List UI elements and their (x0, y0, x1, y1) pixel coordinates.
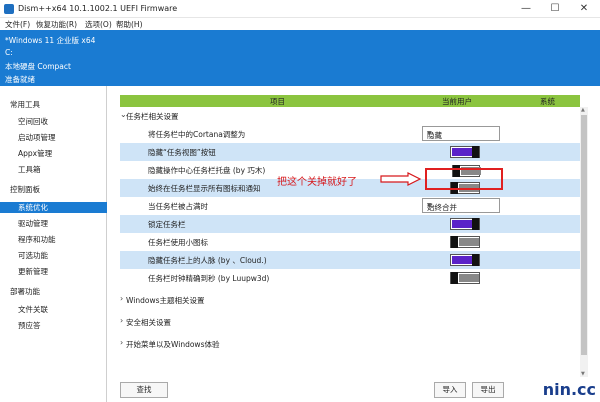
sidebar-item-startup[interactable]: 启动项管理 (0, 132, 107, 143)
settings-list: ⌄ 任务栏相关设置 将任务栏中的Cortana调整为 隐藏 ▼ 隐藏“任务视图”按… (120, 107, 580, 377)
session-info-panel[interactable]: *Windows 11 企业版 x64 C: 本地硬盘 Compact 准备就绪 (0, 30, 600, 86)
chevron-right-icon: › (120, 316, 124, 325)
scrollbar-thumb[interactable] (581, 115, 587, 355)
setting-label: 隐藏“任务视图”按钮 (148, 148, 216, 157)
setting-row-hide-people: 隐藏任务栏上的人脉 (by 、Cloud.) (120, 251, 580, 269)
setting-label: 隐藏操作中心任务栏托盘 (by 巧木) (148, 166, 266, 175)
setting-label: 任务栏时钟精确到秒 (by Luupw3d) (148, 274, 270, 283)
title-bar: Dism++x64 10.1.1002.1 UEFI Firmware — ☐ … (0, 0, 600, 18)
column-current-user[interactable]: 当前用户 (442, 96, 472, 107)
setting-label: 将任务栏中的Cortana调整为 (148, 130, 246, 139)
close-button[interactable]: ✕ (570, 2, 598, 16)
sidebar-item-programs[interactable]: 程序和功能 (0, 234, 107, 245)
group-taskbar[interactable]: ⌄ 任务栏相关设置 (120, 107, 580, 125)
menu-restore[interactable]: 恢复功能(R) (36, 19, 77, 30)
setting-row-clock-seconds: 任务栏时钟精确到秒 (by Luupw3d) (120, 269, 580, 287)
app-icon (4, 4, 14, 14)
toggle-switch[interactable] (450, 146, 480, 158)
setting-label: 当任务栏被占满时 (148, 202, 208, 211)
setting-row-cortana: 将任务栏中的Cortana调整为 隐藏 ▼ (120, 125, 580, 143)
chevron-right-icon: › (120, 294, 124, 303)
sidebar-item-system-optimize[interactable]: 系统优化 (0, 202, 107, 213)
scroll-down-icon[interactable]: ▼ (581, 371, 585, 377)
column-system[interactable]: 系统 (540, 96, 555, 107)
scrollbar[interactable]: ▲ ▼ (580, 107, 588, 377)
sidebar-item-drivers[interactable]: 驱动管理 (0, 218, 107, 229)
chevron-right-icon: › (120, 338, 124, 347)
bottom-toolbar: 查找 导入 导出 (112, 378, 600, 402)
arrow-right-icon (380, 172, 422, 186)
group-security[interactable]: › 安全相关设置 (120, 313, 580, 331)
sidebar-item-file-association[interactable]: 文件关联 (0, 304, 107, 315)
toggle-switch[interactable] (450, 236, 480, 248)
export-button[interactable]: 导出 (472, 382, 504, 398)
menu-help[interactable]: 帮助(H) (116, 19, 143, 30)
setting-row-lock-taskbar: 锁定任务栏 (120, 215, 580, 233)
sidebar-section-tools: 常用工具 (10, 100, 40, 109)
scroll-up-icon[interactable]: ▲ (581, 107, 585, 113)
taskbar-combine-select[interactable]: 始终合并 ▼ (422, 198, 500, 213)
toggle-switch[interactable] (450, 254, 480, 266)
drive-letter: C: (5, 48, 13, 57)
watermark-logo: nin.cc (542, 380, 596, 399)
menu-file[interactable]: 文件(F) (5, 19, 30, 30)
setting-row-task-view: 隐藏“任务视图”按钮 (120, 143, 580, 161)
sidebar-item-cleanup[interactable]: 空间回收 (0, 116, 107, 127)
setting-row-taskbar-full: 当任务栏被占满时 始终合并 ▼ (120, 197, 580, 215)
setting-row-small-icons: 任务栏使用小图标 (120, 233, 580, 251)
sidebar-item-toolbox[interactable]: 工具箱 (0, 164, 107, 175)
setting-label: 始终在任务栏显示所有图标和通知 (148, 184, 261, 193)
sidebar-section-control-panel: 控制面板 (10, 185, 40, 194)
sidebar-item-answer-file[interactable]: 预应答 (0, 320, 107, 331)
setting-label: 锁定任务栏 (148, 220, 186, 229)
sidebar: 常用工具 空间回收 启动项管理 Appx管理 工具箱 控制面板 系统优化 驱动管… (0, 86, 107, 402)
status-text: 准备就绪 (5, 75, 35, 84)
main-panel: 项目 当前用户 系统 ⌄ 任务栏相关设置 将任务栏中的Cortana调整为 隐藏… (112, 86, 600, 402)
window-title: Dism++x64 10.1.1002.1 UEFI Firmware (18, 4, 178, 13)
group-label: 任务栏相关设置 (126, 112, 179, 121)
column-item[interactable]: 项目 (270, 96, 285, 107)
sidebar-item-appx[interactable]: Appx管理 (0, 148, 107, 159)
group-label: Windows主题相关设置 (126, 296, 205, 305)
setting-label: 任务栏使用小图标 (148, 238, 208, 247)
os-name: *Windows 11 企业版 x64 (5, 36, 96, 45)
minimize-button[interactable]: — (512, 2, 540, 16)
sidebar-item-updates[interactable]: 更新管理 (0, 266, 107, 277)
cortana-select[interactable]: 隐藏 ▼ (422, 126, 500, 141)
toggle-switch[interactable] (450, 218, 480, 230)
group-theme[interactable]: › Windows主题相关设置 (120, 291, 580, 309)
menu-bar: 文件(F) 恢复功能(R) 选项(O) 帮助(H) (0, 18, 600, 30)
highlight-box (425, 168, 503, 190)
setting-label: 隐藏任务栏上的人脉 (by 、Cloud.) (148, 256, 267, 265)
group-label: 开始菜单以及Windows体验 (126, 340, 220, 349)
group-label: 安全相关设置 (126, 318, 171, 327)
import-button[interactable]: 导入 (434, 382, 466, 398)
find-button[interactable]: 查找 (120, 382, 168, 398)
toggle-switch[interactable] (450, 272, 480, 284)
group-start-menu[interactable]: › 开始菜单以及Windows体验 (120, 335, 580, 353)
sidebar-item-optional-features[interactable]: 可选功能 (0, 250, 107, 261)
annotation-text: 把这个关掉就好了 (277, 177, 357, 188)
maximize-button[interactable]: ☐ (541, 2, 569, 16)
drive-type: 本地硬盘 Compact (5, 62, 71, 71)
sidebar-section-deploy: 部署功能 (10, 287, 40, 296)
menu-options[interactable]: 选项(O) (85, 19, 112, 30)
table-header: 项目 当前用户 系统 (120, 95, 580, 107)
